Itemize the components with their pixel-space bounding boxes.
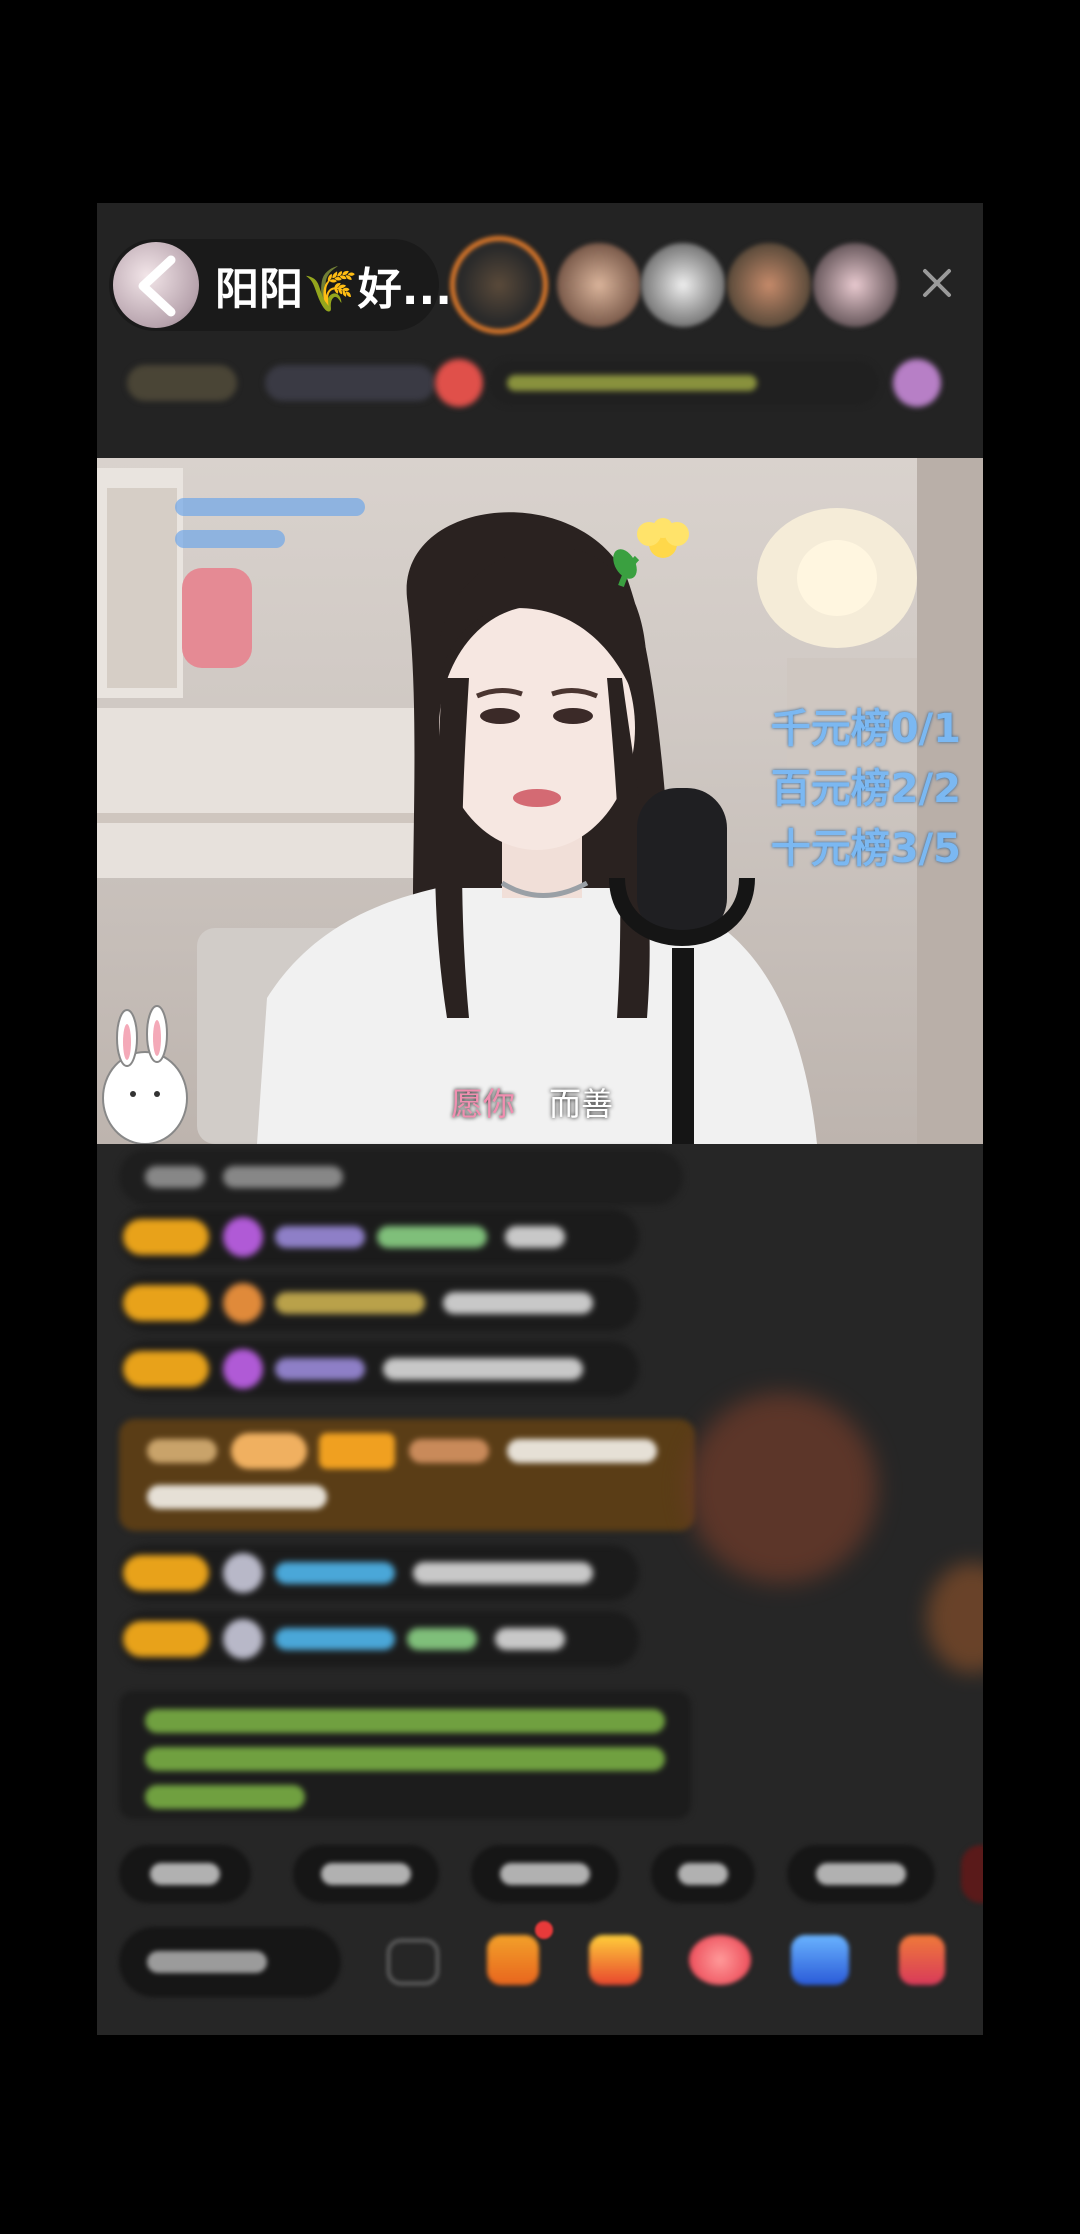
gift-box-icon[interactable] [487, 1935, 539, 1985]
caption-text: 而善 [549, 1085, 614, 1123]
chat-input[interactable] [119, 1927, 341, 1997]
back-arrow-icon[interactable] [123, 250, 193, 320]
caption-highlight: 愿你 [451, 1085, 516, 1123]
host-avatar[interactable] [113, 242, 199, 328]
user-level-badge [123, 1621, 209, 1657]
rank-ticker-text [507, 375, 757, 391]
medal-icon [223, 1283, 263, 1323]
notification-dot [535, 1921, 553, 1939]
quick-reply-button[interactable] [651, 1845, 755, 1903]
diamond-icon [223, 1217, 263, 1257]
close-icon[interactable] [919, 265, 955, 301]
quick-reply-button[interactable] [293, 1845, 439, 1903]
floating-gift-effect [927, 1563, 983, 1673]
viewer-avatar[interactable] [813, 243, 897, 327]
live-stream-screen: 阳阳🌾好... 千元榜0/1 百元榜2/2 十元榜3/5 愿你 而善 [97, 203, 983, 2035]
stream-header: 阳阳🌾好... [97, 203, 983, 458]
rank-overlay-line: 百元榜2/2 [770, 766, 961, 812]
game-icon[interactable] [791, 1935, 849, 1985]
quick-reply-button[interactable] [471, 1845, 619, 1903]
quick-reply-button[interactable] [119, 1845, 251, 1903]
hot-icon[interactable] [435, 359, 483, 407]
stream-status-bar [97, 353, 983, 413]
system-notice [119, 1691, 691, 1819]
level-badge[interactable] [127, 365, 237, 401]
user-level-badge [123, 1285, 209, 1321]
avatar [223, 1553, 263, 1593]
user-level-badge [123, 1555, 209, 1591]
chat-message[interactable] [119, 1341, 639, 1397]
quick-reply-button[interactable] [961, 1845, 983, 1903]
rank-overlay-line: 千元榜0/1 [770, 706, 961, 752]
video-caption: 愿你 而善 [451, 1079, 613, 1125]
viewer-avatar[interactable] [727, 243, 811, 327]
chat-message[interactable] [119, 1209, 639, 1265]
fans-chip[interactable] [265, 365, 435, 401]
host-info-pill[interactable]: 阳阳🌾好... [109, 239, 452, 331]
user-level-badge [123, 1351, 209, 1387]
rank-overlay-line: 十元榜3/5 [770, 826, 961, 872]
quick-reply-button[interactable] [787, 1845, 935, 1903]
gift-announcement[interactable] [119, 1419, 695, 1531]
more-avatar-icon[interactable] [893, 359, 941, 407]
treasure-icon[interactable] [589, 1935, 641, 1985]
more-icon[interactable] [899, 1935, 945, 1985]
chat-message[interactable] [119, 1149, 683, 1205]
chat-message[interactable] [119, 1545, 639, 1601]
floating-gift-effect [687, 1393, 877, 1583]
viewer-avatar[interactable] [455, 241, 543, 329]
chat-message[interactable] [119, 1611, 639, 1667]
emoji-icon[interactable] [387, 1939, 439, 1985]
host-name: 阳阳🌾好... [215, 264, 452, 315]
viewer-avatar[interactable] [557, 243, 641, 327]
red-packet-icon[interactable] [689, 1935, 751, 1985]
video-stream[interactable]: 千元榜0/1 百元榜2/2 十元榜3/5 愿你 而善 [97, 458, 983, 1144]
user-level-badge [123, 1219, 209, 1255]
viewer-avatar[interactable] [641, 243, 725, 327]
chat-message[interactable] [119, 1275, 639, 1331]
avatar [223, 1619, 263, 1659]
diamond-icon [223, 1349, 263, 1389]
